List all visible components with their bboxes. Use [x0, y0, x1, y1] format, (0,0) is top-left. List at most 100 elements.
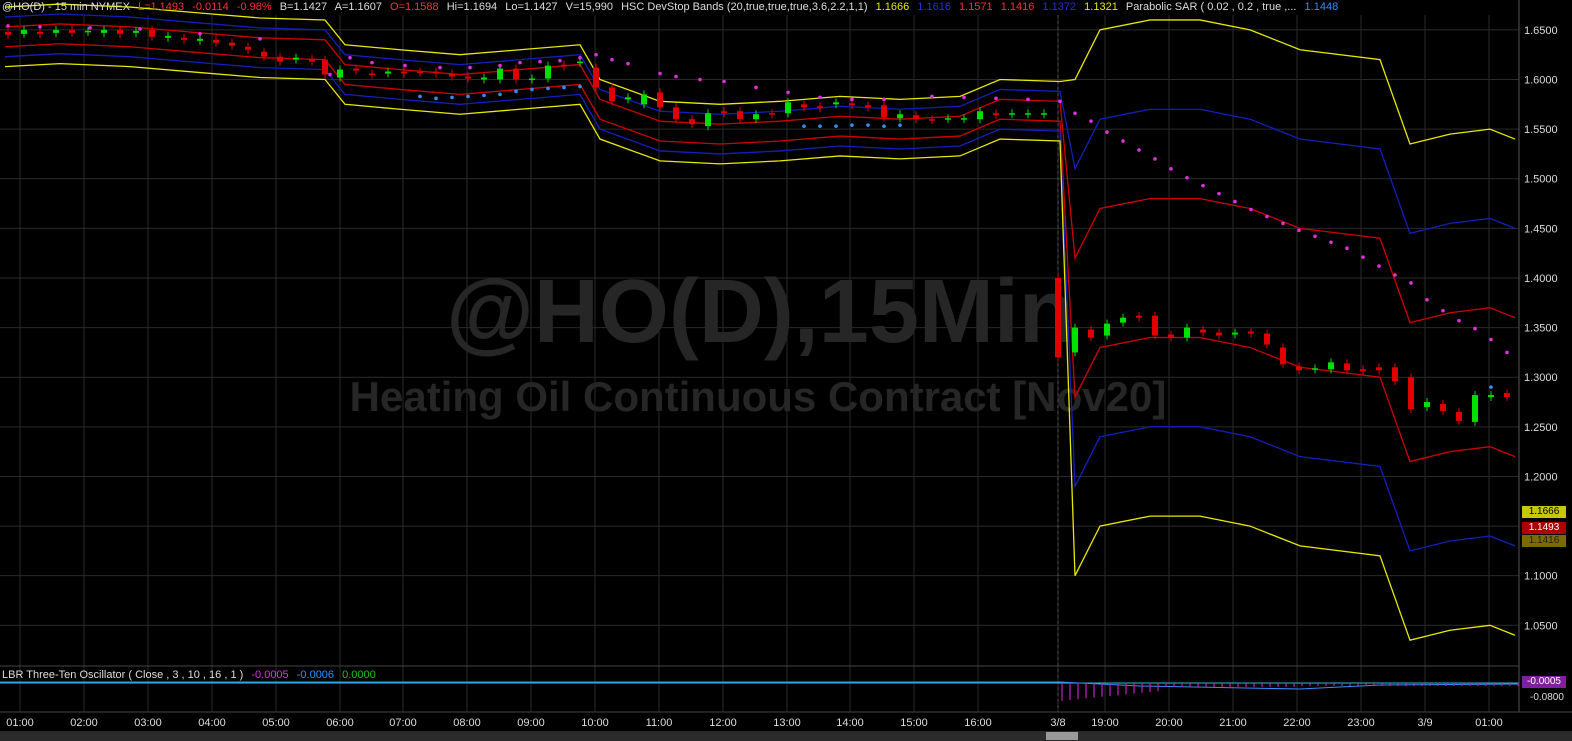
horizontal-scrollbar[interactable]: [0, 731, 1572, 741]
x-tick-label: 09:00: [517, 717, 545, 729]
sar-dot: [850, 123, 854, 127]
sar-dot: [498, 63, 502, 68]
candle-body: [181, 37, 187, 40]
candle-body: [641, 94, 647, 105]
volume: V=15,990: [565, 1, 614, 13]
bid-price: B=1.1427: [279, 1, 328, 13]
candle-body: [1200, 329, 1206, 333]
y-tick-label: 1.1000: [1524, 571, 1558, 583]
band-value-5: 1.1372: [1042, 1, 1077, 13]
sar-dot: [518, 60, 522, 65]
candle-body: [1120, 317, 1126, 323]
candle-body: [1168, 334, 1174, 338]
price-chart[interactable]: @HO(D),15Min Heating Oil Continuous Cont…: [0, 0, 1572, 741]
sar-dot: [1153, 157, 1157, 161]
osc-value-2: -0.0006: [296, 669, 335, 681]
sar-dot: [1441, 308, 1445, 313]
sar-dot: [38, 25, 42, 29]
candle-body: [609, 87, 615, 102]
sar-dot: [514, 89, 518, 94]
sar-dot: [1233, 199, 1237, 204]
candle-body: [881, 105, 887, 118]
y-tick-label: 1.5000: [1524, 174, 1558, 186]
sar-dot: [866, 123, 870, 127]
x-tick-label: 3/9: [1417, 717, 1432, 729]
low-price: Lo=1.1427: [505, 1, 558, 13]
sar-dot: [498, 92, 502, 97]
candle-body: [1216, 332, 1222, 336]
x-tick-label: 13:00: [773, 717, 801, 729]
candle-body: [1328, 362, 1334, 370]
y-tick-label: 1.5500: [1524, 124, 1558, 136]
sar-dot: [562, 85, 566, 90]
candle-body: [625, 97, 631, 100]
scrollbar-thumb[interactable]: [1046, 732, 1078, 740]
watermark-title: @HO(D),15Min: [446, 262, 1074, 362]
candle-body: [689, 119, 695, 125]
sar-dot: [1249, 207, 1253, 212]
candle-body: [593, 67, 599, 88]
candle-body: [1360, 369, 1366, 372]
pct-change: -0.98%: [236, 1, 272, 13]
y-tick-label: 1.4000: [1524, 273, 1558, 285]
candle-body: [785, 102, 791, 114]
sar-dot: [1201, 183, 1205, 188]
candle-body: [1104, 323, 1110, 336]
candle-body: [5, 31, 11, 35]
candle-body: [322, 59, 328, 75]
osc-tag: -0.0005: [1522, 676, 1566, 688]
sar-dot: [786, 90, 790, 95]
sar-dot: [138, 27, 142, 31]
sar-dot: [1361, 255, 1365, 259]
sar-dot: [530, 87, 534, 92]
x-tick-label: 21:00: [1219, 717, 1247, 729]
candle-body: [481, 77, 487, 80]
candle-body: [1072, 327, 1078, 353]
candle-body: [85, 30, 91, 33]
candle-body: [497, 68, 503, 80]
candle-body: [673, 107, 679, 120]
candle-body: [817, 106, 823, 109]
x-tick-label: 06:00: [326, 717, 354, 729]
candle-body: [1456, 411, 1462, 421]
candle-body: [961, 118, 967, 120]
chart-watermark: @HO(D),15Min Heating Oil Continuous Cont…: [350, 262, 1167, 420]
watermark-subtitle: Heating Oil Continuous Contract [Nov20]: [350, 373, 1167, 420]
candle-body: [945, 118, 951, 120]
candle-body: [1376, 367, 1382, 371]
sar-dot: [1329, 240, 1333, 245]
sar-dot: [1169, 167, 1173, 171]
sar-dot: [994, 96, 998, 101]
sar-dot: [1217, 191, 1221, 196]
candle-body: [1152, 315, 1158, 336]
bands-label: HSC DevStop Bands (20,true,true,true,3.6…: [621, 1, 868, 13]
candle-body: [197, 38, 203, 41]
candle-body: [1392, 367, 1398, 382]
sar-dot: [882, 124, 886, 128]
net-change: -0.0114: [192, 1, 229, 13]
candle-body: [753, 114, 759, 120]
sar-dot: [1026, 97, 1030, 102]
candle-body: [1424, 402, 1430, 407]
sar-dot: [818, 124, 822, 128]
sar-dot: [1297, 228, 1301, 233]
candle-body: [133, 30, 139, 33]
candle-body: [769, 113, 775, 115]
x-tick-label: 03:00: [134, 717, 162, 729]
sar-dot: [538, 59, 542, 64]
x-tick-label: 10:00: [581, 717, 609, 729]
sar-dot: [1393, 273, 1397, 277]
x-tick-label: 12:00: [709, 717, 737, 729]
price-tag-low: 1.1416: [1522, 535, 1566, 547]
price-tag-yellow: 1.1666: [1522, 506, 1566, 518]
y-tick-label: 1.2500: [1524, 422, 1558, 434]
y-tick-label: 1.6000: [1524, 75, 1558, 87]
sar-value: 1.1448: [1304, 1, 1339, 13]
candle-body: [1088, 329, 1094, 338]
sar-dot: [1505, 350, 1509, 355]
candle-body: [369, 73, 375, 76]
candle-body: [657, 92, 663, 108]
sar-dot: [930, 94, 934, 99]
sar-dot: [1425, 298, 1429, 302]
candle-body: [1312, 368, 1318, 370]
